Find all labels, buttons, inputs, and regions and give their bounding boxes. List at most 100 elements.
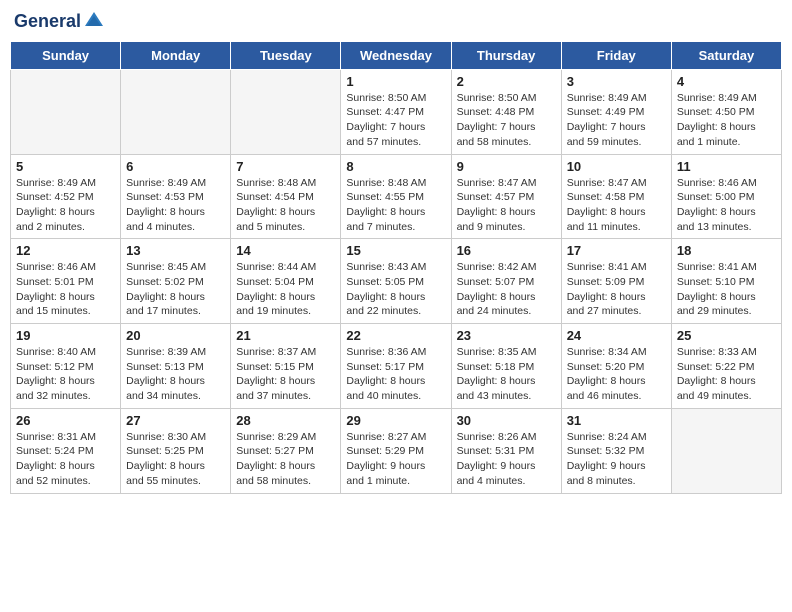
day-header-wednesday: Wednesday <box>341 41 451 69</box>
calendar-cell: 13 Sunrise: 8:45 AM Sunset: 5:02 PM Dayli… <box>121 239 231 324</box>
day-header-monday: Monday <box>121 41 231 69</box>
calendar-cell: 15 Sunrise: 8:43 AM Sunset: 5:05 PM Dayli… <box>341 239 451 324</box>
cell-info: Sunrise: 8:24 AM Sunset: 5:32 PM Dayligh… <box>567 430 666 489</box>
cell-info: Sunrise: 8:27 AM Sunset: 5:29 PM Dayligh… <box>346 430 445 489</box>
week-row-4: 19 Sunrise: 8:40 AM Sunset: 5:12 PM Dayli… <box>11 324 782 409</box>
cell-info: Sunrise: 8:43 AM Sunset: 5:05 PM Dayligh… <box>346 260 445 319</box>
day-number: 17 <box>567 243 666 258</box>
cell-info: Sunrise: 8:47 AM Sunset: 4:58 PM Dayligh… <box>567 176 666 235</box>
day-header-friday: Friday <box>561 41 671 69</box>
logo-text: General <box>14 10 105 35</box>
week-row-5: 26 Sunrise: 8:31 AM Sunset: 5:24 PM Dayli… <box>11 408 782 493</box>
day-number: 24 <box>567 328 666 343</box>
calendar-cell <box>671 408 781 493</box>
day-number: 19 <box>16 328 115 343</box>
calendar-table: SundayMondayTuesdayWednesdayThursdayFrid… <box>10 41 782 494</box>
cell-info: Sunrise: 8:37 AM Sunset: 5:15 PM Dayligh… <box>236 345 335 404</box>
cell-info: Sunrise: 8:46 AM Sunset: 5:01 PM Dayligh… <box>16 260 115 319</box>
calendar-cell: 7 Sunrise: 8:48 AM Sunset: 4:54 PM Daylig… <box>231 154 341 239</box>
calendar-cell: 18Sunrise: 8:41 AM Sunset: 5:10 PM Dayli… <box>671 239 781 324</box>
calendar-cell: 26 Sunrise: 8:31 AM Sunset: 5:24 PM Dayli… <box>11 408 121 493</box>
cell-info: Sunrise: 8:48 AM Sunset: 4:54 PM Dayligh… <box>236 176 335 235</box>
calendar-cell: 20Sunrise: 8:39 AM Sunset: 5:13 PM Dayli… <box>121 324 231 409</box>
calendar-cell: 14 Sunrise: 8:44 AM Sunset: 5:04 PM Dayli… <box>231 239 341 324</box>
day-number: 31 <box>567 413 666 428</box>
cell-info: Sunrise: 8:49 AM Sunset: 4:49 PM Dayligh… <box>567 91 666 150</box>
calendar-cell: 3 Sunrise: 8:49 AM Sunset: 4:49 PM Daylig… <box>561 69 671 154</box>
day-header-thursday: Thursday <box>451 41 561 69</box>
cell-info: Sunrise: 8:47 AM Sunset: 4:57 PM Dayligh… <box>457 176 556 235</box>
week-row-3: 12 Sunrise: 8:46 AM Sunset: 5:01 PM Dayli… <box>11 239 782 324</box>
day-number: 27 <box>126 413 225 428</box>
calendar-cell: 5Sunrise: 8:49 AM Sunset: 4:52 PM Daylig… <box>11 154 121 239</box>
cell-info: Sunrise: 8:48 AM Sunset: 4:55 PM Dayligh… <box>346 176 445 235</box>
header-row: SundayMondayTuesdayWednesdayThursdayFrid… <box>11 41 782 69</box>
calendar-cell: 22 Sunrise: 8:36 AM Sunset: 5:17 PM Dayli… <box>341 324 451 409</box>
day-number: 16 <box>457 243 556 258</box>
day-number: 22 <box>346 328 445 343</box>
day-number: 23 <box>457 328 556 343</box>
cell-info: Sunrise: 8:44 AM Sunset: 5:04 PM Dayligh… <box>236 260 335 319</box>
calendar-cell: 28 Sunrise: 8:29 AM Sunset: 5:27 PM Dayli… <box>231 408 341 493</box>
calendar-cell: 29 Sunrise: 8:27 AM Sunset: 5:29 PM Dayli… <box>341 408 451 493</box>
day-number: 30 <box>457 413 556 428</box>
calendar-cell: 1Sunrise: 8:50 AM Sunset: 4:47 PM Daylig… <box>341 69 451 154</box>
cell-info: Sunrise: 8:49 AM Sunset: 4:50 PM Dayligh… <box>677 91 776 150</box>
day-number: 15 <box>346 243 445 258</box>
cell-info: Sunrise: 8:41 AM Sunset: 5:09 PM Dayligh… <box>567 260 666 319</box>
calendar-cell <box>231 69 341 154</box>
cell-info: Sunrise: 8:36 AM Sunset: 5:17 PM Dayligh… <box>346 345 445 404</box>
cell-info: Sunrise: 8:45 AM Sunset: 5:02 PM Dayligh… <box>126 260 225 319</box>
calendar-cell: 2Sunrise: 8:50 AM Sunset: 4:48 PM Daylig… <box>451 69 561 154</box>
calendar-cell <box>11 69 121 154</box>
calendar-cell: 31 Sunrise: 8:24 AM Sunset: 5:32 PM Dayli… <box>561 408 671 493</box>
day-number: 26 <box>16 413 115 428</box>
day-number: 5 <box>16 159 115 174</box>
day-number: 29 <box>346 413 445 428</box>
day-number: 28 <box>236 413 335 428</box>
calendar-cell: 6 Sunrise: 8:49 AM Sunset: 4:53 PM Daylig… <box>121 154 231 239</box>
day-number: 12 <box>16 243 115 258</box>
calendar-cell: 17 Sunrise: 8:41 AM Sunset: 5:09 PM Dayli… <box>561 239 671 324</box>
cell-info: Sunrise: 8:26 AM Sunset: 5:31 PM Dayligh… <box>457 430 556 489</box>
cell-info: Sunrise: 8:29 AM Sunset: 5:27 PM Dayligh… <box>236 430 335 489</box>
calendar-cell: 27 Sunrise: 8:30 AM Sunset: 5:25 PM Dayli… <box>121 408 231 493</box>
cell-info: Sunrise: 8:49 AM Sunset: 4:53 PM Dayligh… <box>126 176 225 235</box>
cell-info: Sunrise: 8:35 AM Sunset: 5:18 PM Dayligh… <box>457 345 556 404</box>
cell-info: Sunrise: 8:33 AM Sunset: 5:22 PM Dayligh… <box>677 345 776 404</box>
day-number: 25 <box>677 328 776 343</box>
logo: General <box>14 10 105 33</box>
day-header-saturday: Saturday <box>671 41 781 69</box>
calendar-cell: 8 Sunrise: 8:48 AM Sunset: 4:55 PM Daylig… <box>341 154 451 239</box>
cell-info: Sunrise: 8:40 AM Sunset: 5:12 PM Dayligh… <box>16 345 115 404</box>
week-row-1: 1Sunrise: 8:50 AM Sunset: 4:47 PM Daylig… <box>11 69 782 154</box>
calendar-cell: 16 Sunrise: 8:42 AM Sunset: 5:07 PM Dayli… <box>451 239 561 324</box>
day-number: 9 <box>457 159 556 174</box>
calendar-cell: 9 Sunrise: 8:47 AM Sunset: 4:57 PM Daylig… <box>451 154 561 239</box>
day-number: 10 <box>567 159 666 174</box>
calendar-cell: 12 Sunrise: 8:46 AM Sunset: 5:01 PM Dayli… <box>11 239 121 324</box>
calendar-cell: 25 Sunrise: 8:33 AM Sunset: 5:22 PM Dayli… <box>671 324 781 409</box>
cell-info: Sunrise: 8:34 AM Sunset: 5:20 PM Dayligh… <box>567 345 666 404</box>
day-number: 7 <box>236 159 335 174</box>
day-number: 21 <box>236 328 335 343</box>
day-number: 14 <box>236 243 335 258</box>
calendar-cell <box>121 69 231 154</box>
day-number: 13 <box>126 243 225 258</box>
day-number: 6 <box>126 159 225 174</box>
cell-info: Sunrise: 8:30 AM Sunset: 5:25 PM Dayligh… <box>126 430 225 489</box>
day-number: 3 <box>567 74 666 89</box>
cell-info: Sunrise: 8:46 AM Sunset: 5:00 PM Dayligh… <box>677 176 776 235</box>
day-number: 8 <box>346 159 445 174</box>
day-number: 4 <box>677 74 776 89</box>
calendar-cell: 21 Sunrise: 8:37 AM Sunset: 5:15 PM Dayli… <box>231 324 341 409</box>
calendar-cell: 11Sunrise: 8:46 AM Sunset: 5:00 PM Dayli… <box>671 154 781 239</box>
calendar-cell: 19 Sunrise: 8:40 AM Sunset: 5:12 PM Dayli… <box>11 324 121 409</box>
cell-info: Sunrise: 8:39 AM Sunset: 5:13 PM Dayligh… <box>126 345 225 404</box>
cell-info: Sunrise: 8:31 AM Sunset: 5:24 PM Dayligh… <box>16 430 115 489</box>
calendar-cell: 24 Sunrise: 8:34 AM Sunset: 5:20 PM Dayli… <box>561 324 671 409</box>
cell-info: Sunrise: 8:50 AM Sunset: 4:48 PM Dayligh… <box>457 91 556 150</box>
calendar-cell: 23 Sunrise: 8:35 AM Sunset: 5:18 PM Dayli… <box>451 324 561 409</box>
cell-info: Sunrise: 8:42 AM Sunset: 5:07 PM Dayligh… <box>457 260 556 319</box>
logo-icon <box>83 10 105 30</box>
